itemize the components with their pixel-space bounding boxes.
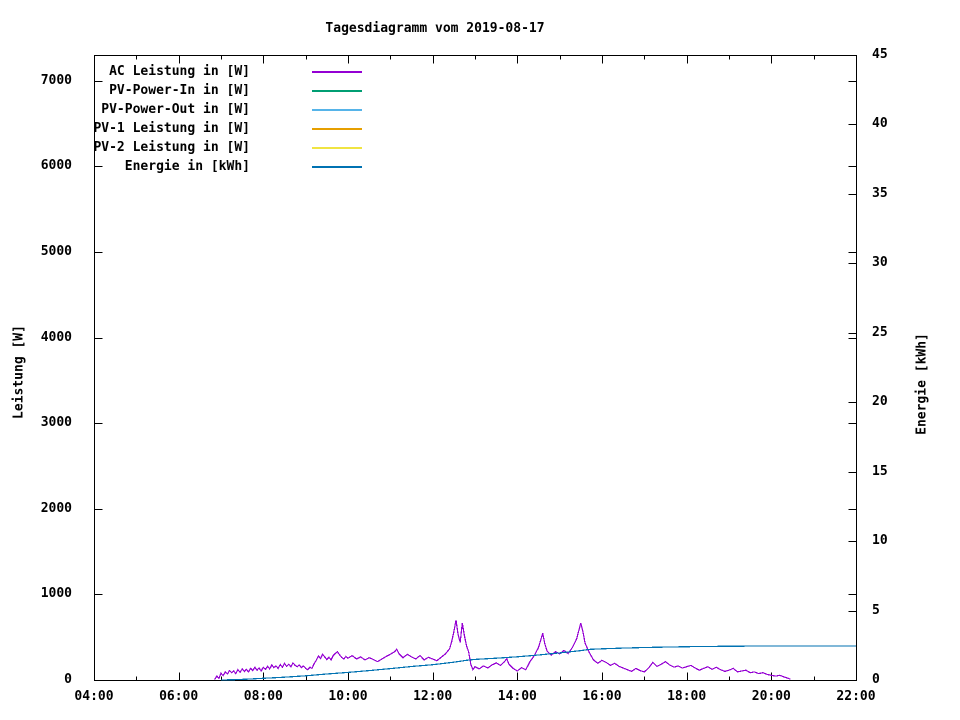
legend-line-sample (312, 128, 362, 130)
legend-line-sample (312, 147, 362, 149)
y-tick-label: 4000 (40, 329, 72, 345)
y-tick-label: 7000 (40, 72, 72, 88)
x-tick-label: 10:00 (328, 689, 368, 704)
legend-item: PV-1 Leistung in [W] (0, 119, 960, 138)
legend-label: Energie in [kWh] (124, 159, 250, 174)
y-tick-label: 5000 (40, 243, 72, 259)
legend-line-sample (312, 166, 362, 168)
y2-tick-label: 30 (872, 255, 888, 271)
chart-title: Tagesdiagramm vom 2019-08-17 (325, 21, 545, 36)
y-axis-label-right: Energie [kWh] (914, 333, 930, 435)
y2-tick-label: 15 (872, 463, 888, 479)
legend-line-sample (312, 90, 362, 92)
x-tick-label: 16:00 (582, 689, 622, 704)
y2-tick-label: 45 (872, 47, 888, 62)
legend: AC Leistung in [W] PV-Power-In in [W] PV-P… (0, 62, 960, 176)
y2-tick-label: 25 (872, 324, 888, 340)
legend-label: PV-1 Leistung in [W] (93, 121, 250, 136)
x-tick-label: 04:00 (74, 689, 114, 704)
y-tick-label: 3000 (40, 415, 72, 431)
legend-item: Energie in [kWh] (0, 157, 960, 176)
legend-label: PV-Power-Out in [W] (101, 102, 250, 117)
legend-item: AC Leistung in [W] (0, 62, 960, 81)
legend-item: PV-Power-Out in [W] (0, 100, 960, 119)
series-energie-in-kwh-line (220, 645, 856, 681)
x-tick-label: 14:00 (497, 689, 537, 704)
y2-tick-label: 0 (872, 672, 880, 687)
y2-tick-label: 20 (872, 394, 888, 410)
y2-tick-label: 35 (872, 185, 888, 201)
x-tick-label: 20:00 (751, 689, 791, 704)
x-tick-label: 06:00 (159, 689, 199, 704)
series-ac-leistung-in-w-line (214, 619, 791, 680)
y2-tick-label: 40 (872, 116, 888, 132)
y-tick-label: 6000 (40, 158, 72, 174)
y2-tick-label: 10 (872, 533, 888, 549)
legend-label: PV-2 Leistung in [W] (93, 140, 250, 155)
x-tick-label: 12:00 (413, 689, 453, 704)
legend-item: PV-2 Leistung in [W] (0, 138, 960, 157)
legend-item: PV-Power-In in [W] (0, 81, 960, 100)
y-tick-label: 0 (64, 672, 72, 687)
x-tick-label: 08:00 (243, 689, 283, 704)
legend-line-sample (312, 109, 362, 111)
x-tick-label: 18:00 (667, 689, 707, 704)
chart: Tagesdiagramm vom 2019-08-17 Leistung [W… (0, 0, 960, 720)
y-tick-label: 1000 (40, 586, 72, 602)
y-tick-label: 2000 (40, 500, 72, 516)
y2-tick-label: 5 (872, 602, 880, 618)
legend-label: AC Leistung in [W] (109, 64, 250, 79)
legend-line-sample (312, 71, 362, 73)
x-tick-label: 22:00 (836, 689, 876, 704)
legend-label: PV-Power-In in [W] (109, 83, 250, 98)
